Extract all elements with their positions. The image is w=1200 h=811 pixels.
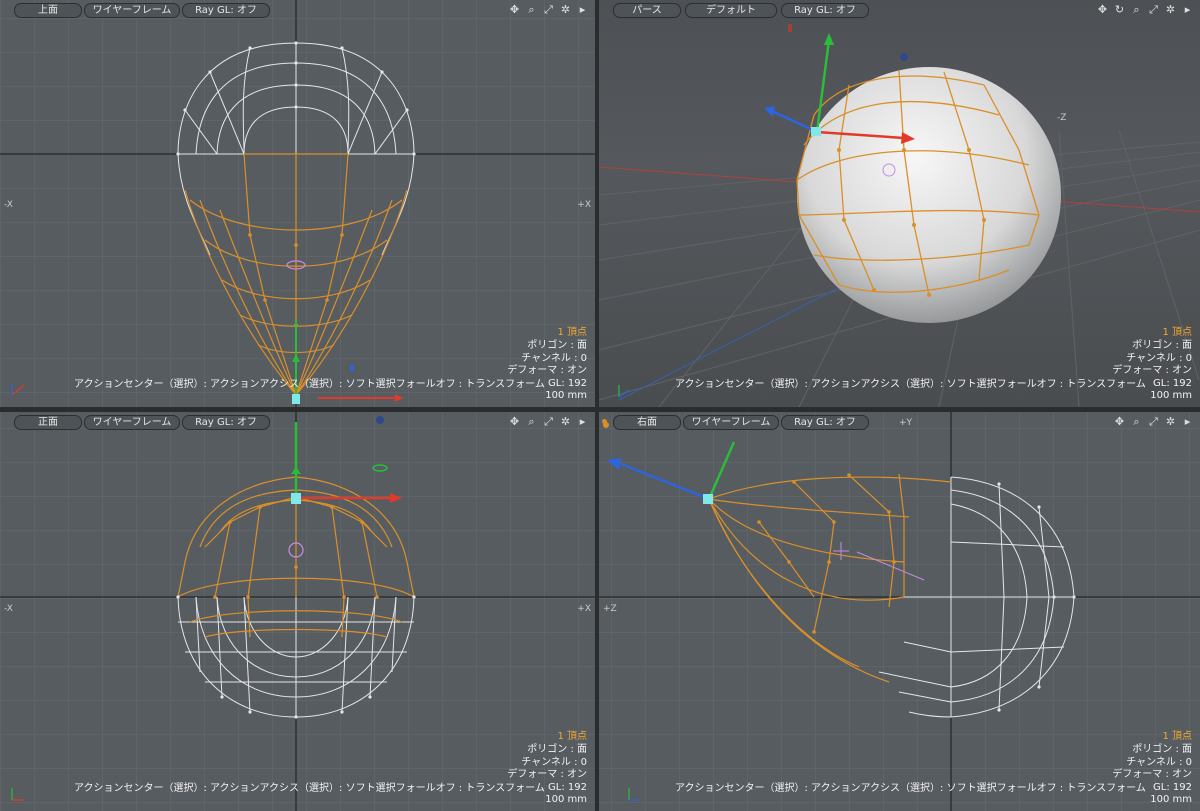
gl-count: GL: 192 [548, 377, 587, 389]
right-view-scene[interactable] [599, 412, 1200, 811]
view-type-button[interactable]: パース [613, 3, 681, 18]
raygl-button[interactable]: Ray GL: オフ [182, 3, 270, 18]
viewport-splitter-horizontal[interactable] [0, 407, 1200, 412]
shading-mode-button[interactable]: ワイヤーフレーム [683, 415, 779, 430]
raygl-button[interactable]: Ray GL: オフ [781, 3, 869, 18]
rotate-view-icon[interactable]: ↻ [1113, 3, 1126, 16]
viewport-info: 1 頂点 ポリゴン : 面 チャンネル : 0 デフォーマ : オン GL: 1… [507, 731, 587, 807]
channel-count: チャンネル : 0 [521, 352, 587, 364]
viewport-tool-icons: ✥ ⌕ ⤢ ✲ ▸ [508, 3, 589, 17]
polygon-mode: ポリゴン : 面 [1132, 744, 1192, 756]
axis-label-left: +Z [603, 604, 617, 614]
view-type-button[interactable]: 正面 [14, 415, 82, 430]
selection-count: 1 頂点 [557, 327, 587, 339]
zoom-view-icon[interactable]: ⌕ [1130, 415, 1143, 428]
viewport-tool-icons: ✥ ⌕ ⤢ ✲ ▸ [508, 415, 589, 429]
selection-count: 1 頂点 [1162, 327, 1192, 339]
perspective-view-scene[interactable] [599, 0, 1200, 407]
deformer-state: デフォーマ : オン [507, 365, 587, 377]
shading-mode-button[interactable]: ワイヤーフレーム [84, 415, 180, 430]
status-line: アクションセンター（選択）: アクションアクシス（選択）: ソフト選択フォールオ… [74, 379, 545, 390]
viewport-tool-icons: ✥ ↻ ⌕ ⤢ ✲ ▸ [1096, 3, 1194, 17]
channel-count: チャンネル : 0 [521, 756, 587, 768]
axis-label-right: +X [577, 200, 591, 210]
axis-label-right: -Z [1057, 113, 1067, 123]
move-view-icon[interactable]: ✥ [508, 3, 521, 16]
view-type-button[interactable]: 上面 [14, 3, 82, 18]
viewport-front[interactable]: 正面 ワイヤーフレーム Ray GL: オフ ✥ ⌕ ⤢ ✲ ▸ -X +X ア… [0, 412, 595, 811]
viewport-right[interactable]: 右面 ワイヤーフレーム Ray GL: オフ ✥ ⌕ ⤢ ✲ ▸ +Z +Y ア… [599, 412, 1200, 811]
zoom-view-icon[interactable]: ⌕ [525, 415, 538, 428]
gl-count: GL: 192 [548, 781, 587, 793]
viewport-tool-icons: ✥ ⌕ ⤢ ✲ ▸ [1113, 415, 1194, 429]
zoom-view-icon[interactable]: ⌕ [1130, 3, 1143, 16]
viewport-indicator-dot [602, 419, 607, 424]
maximize-icon[interactable]: ⤢ [542, 3, 555, 16]
raygl-button[interactable]: Ray GL: オフ [781, 415, 869, 430]
grid-scale: 100 mm [1150, 390, 1192, 402]
maximize-icon[interactable]: ⤢ [542, 415, 555, 428]
move-view-icon[interactable]: ✥ [508, 415, 521, 428]
viewport-top[interactable]: 上面 ワイヤーフレーム Ray GL: オフ ✥ ⌕ ⤢ ✲ ▸ -X +X ア… [0, 0, 595, 407]
front-view-scene[interactable] [0, 412, 595, 811]
expand-arrow-icon[interactable]: ▸ [1181, 3, 1194, 16]
shading-mode-button[interactable]: デフォルト [685, 3, 777, 18]
top-viewport-toolbar: 上面 ワイヤーフレーム Ray GL: オフ ✥ ⌕ ⤢ ✲ ▸ [0, 0, 595, 20]
expand-arrow-icon[interactable]: ▸ [576, 415, 589, 428]
move-view-icon[interactable]: ✥ [1096, 3, 1109, 16]
axis-label-left: -X [4, 604, 13, 614]
deformer-state: デフォーマ : オン [1112, 365, 1192, 377]
axis-label-right: +X [577, 604, 591, 614]
deformer-state: デフォーマ : オン [1112, 769, 1192, 781]
status-line: アクションセンター（選択）: アクションアクシス（選択）: ソフト選択フォールオ… [74, 783, 545, 794]
channel-count: チャンネル : 0 [1126, 352, 1192, 364]
gear-icon[interactable]: ✲ [559, 3, 572, 16]
polygon-mode: ポリゴン : 面 [527, 744, 587, 756]
perspective-viewport-toolbar: パース デフォルト Ray GL: オフ ✥ ↻ ⌕ ⤢ ✲ ▸ [599, 0, 1200, 20]
axis-label-left: -X [4, 200, 13, 210]
viewport-info: 1 頂点 ポリゴン : 面 チャンネル : 0 デフォーマ : オン GL: 1… [507, 327, 587, 403]
gear-icon[interactable]: ✲ [559, 415, 572, 428]
grid-scale: 100 mm [545, 390, 587, 402]
view-type-button[interactable]: 右面 [613, 415, 681, 430]
gl-count: GL: 192 [1153, 781, 1192, 793]
viewport-info: 1 頂点 ポリゴン : 面 チャンネル : 0 デフォーマ : オン GL: 1… [1112, 327, 1192, 403]
front-viewport-toolbar: 正面 ワイヤーフレーム Ray GL: オフ ✥ ⌕ ⤢ ✲ ▸ [0, 412, 595, 432]
grid-scale: 100 mm [1150, 794, 1192, 806]
move-view-icon[interactable]: ✥ [1113, 415, 1126, 428]
grid-scale: 100 mm [545, 794, 587, 806]
gear-icon[interactable]: ✲ [1164, 3, 1177, 16]
viewport-perspective[interactable]: パース デフォルト Ray GL: オフ ✥ ↻ ⌕ ⤢ ✲ ▸ -Z アクショ… [599, 0, 1200, 407]
gl-count: GL: 192 [1153, 377, 1192, 389]
viewport-info: 1 頂点 ポリゴン : 面 チャンネル : 0 デフォーマ : オン GL: 1… [1112, 731, 1192, 807]
maximize-icon[interactable]: ⤢ [1147, 415, 1160, 428]
zoom-view-icon[interactable]: ⌕ [525, 3, 538, 16]
raygl-button[interactable]: Ray GL: オフ [182, 415, 270, 430]
gear-icon[interactable]: ✲ [1164, 415, 1177, 428]
selection-count: 1 頂点 [557, 731, 587, 743]
status-line: アクションセンター（選択）: アクションアクシス（選択）: ソフト選択フォールオ… [675, 379, 1146, 390]
channel-count: チャンネル : 0 [1126, 756, 1192, 768]
polygon-mode: ポリゴン : 面 [1132, 340, 1192, 352]
expand-arrow-icon[interactable]: ▸ [576, 3, 589, 16]
deformer-state: デフォーマ : オン [507, 769, 587, 781]
axis-label-top: +Y [899, 418, 913, 428]
polygon-mode: ポリゴン : 面 [527, 340, 587, 352]
shading-mode-button[interactable]: ワイヤーフレーム [84, 3, 180, 18]
status-line: アクションセンター（選択）: アクションアクシス（選択）: ソフト選択フォールオ… [675, 783, 1146, 794]
selection-count: 1 頂点 [1162, 731, 1192, 743]
viewport-splitter-vertical[interactable] [595, 0, 599, 811]
maximize-icon[interactable]: ⤢ [1147, 3, 1160, 16]
expand-arrow-icon[interactable]: ▸ [1181, 415, 1194, 428]
top-view-scene[interactable] [0, 0, 595, 407]
